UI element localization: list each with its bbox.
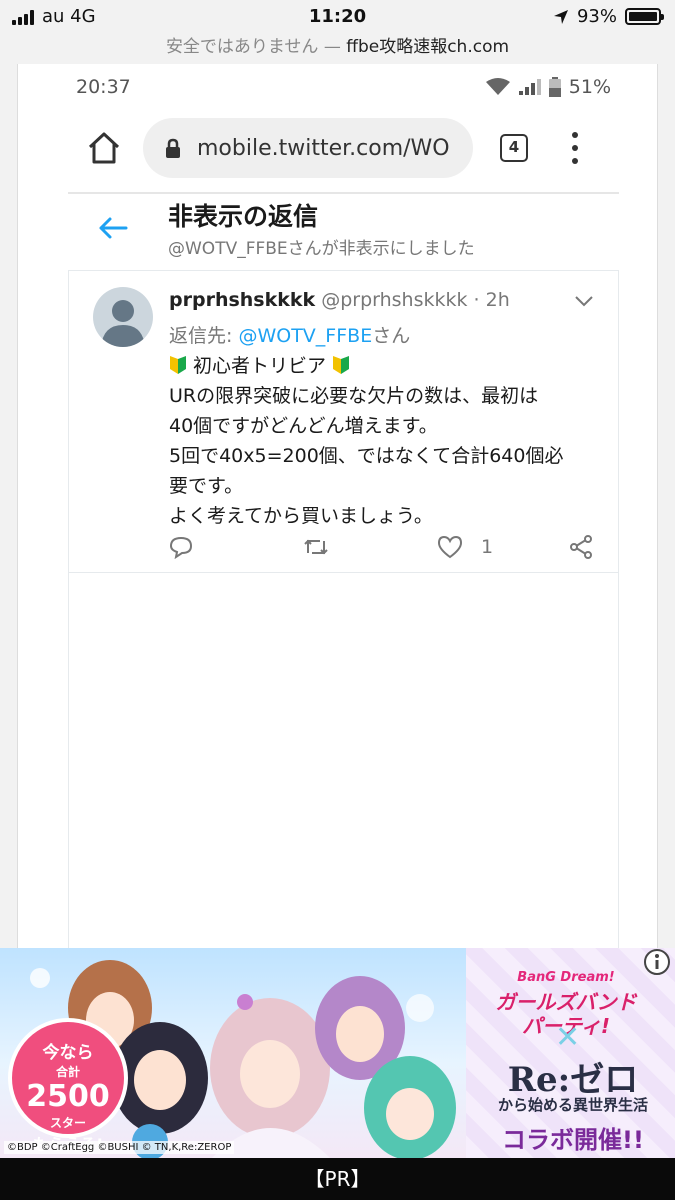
location-arrow-icon	[553, 9, 568, 24]
bandori-logo-top: BanG Dream!	[517, 970, 615, 985]
ad-copyright: ©BDP ©CraftEgg ©BUSHI © TN,K,Re:ZEROP	[4, 1141, 235, 1154]
retweet-button[interactable]	[303, 535, 329, 559]
badge-line-4: スター	[49, 1116, 86, 1130]
tweet-line-2: URの限界突破に必要な欠片の数は、最初は	[169, 385, 539, 407]
back-arrow-icon[interactable]	[98, 216, 128, 240]
tweet-line-1-text: 初心者トリビア	[193, 355, 327, 377]
android-battery-percent: 51%	[568, 76, 611, 98]
tweet-line-3: 40個ですがどんどん増えます。	[169, 415, 438, 437]
separator-dot: ·	[467, 289, 486, 311]
address-text: mobile.twitter.com/WO	[197, 135, 450, 161]
display-name[interactable]: prprhshskkkk	[169, 289, 315, 311]
reply-button[interactable]	[169, 535, 193, 559]
reply-to-line: 返信先: @WOTV_FFBEさん	[169, 321, 410, 348]
more-options-icon[interactable]	[569, 130, 581, 166]
user-handle[interactable]: @prprhshskkkk	[321, 289, 467, 311]
embedded-screenshot: 20:37 51% mobile.twitter.com/WO 4 非表示の返信…	[17, 64, 659, 950]
badge-line-1: 今なら	[42, 1043, 94, 1063]
security-warning: 安全ではありません	[165, 37, 319, 57]
retweet-icon	[304, 539, 328, 555]
tweet-card[interactable]: prprhshskkkk @prprhshskkkk · 2h 返信先: @WO…	[68, 270, 619, 950]
url-separator: —	[318, 37, 347, 57]
status-right: 93%	[553, 6, 664, 27]
reply-suffix: さん	[372, 325, 411, 347]
browser-toolbar: mobile.twitter.com/WO 4	[18, 114, 659, 184]
like-button[interactable]: 1	[437, 535, 493, 559]
ios-status-bar: au 4G 11:20 93%	[0, 0, 675, 32]
android-battery-icon	[548, 77, 561, 97]
address-bar[interactable]: mobile.twitter.com/WO	[143, 118, 473, 178]
pr-label-bar: 【PR】	[0, 1158, 675, 1200]
reply-mention-link[interactable]: @WOTV_FFBE	[238, 325, 372, 347]
badge-line-2: 2500	[26, 1079, 110, 1114]
tweet-line-6: よく考えてから買いましょう。	[169, 505, 433, 527]
tweet-line-5: 要です。	[169, 475, 244, 497]
battery-percent: 93%	[576, 6, 617, 27]
collab-announcement: コラボ開催!!	[502, 1126, 644, 1154]
lock-icon	[166, 138, 180, 158]
share-button[interactable]	[569, 535, 593, 559]
tweet-line-4: 5回で40x5=200個、ではなくて合計640個必	[169, 445, 564, 467]
battery-icon	[625, 8, 664, 25]
collab-cross: ✕	[555, 1020, 581, 1055]
wifi-icon	[485, 78, 510, 95]
page-subtitle: @WOTV_FFBEさんが非表示にしました	[168, 239, 475, 259]
page-title: 非表示の返信	[168, 202, 319, 231]
safari-address[interactable]: 安全ではありません — ffbe攻略速報ch.com	[0, 32, 675, 57]
site-domain: ffbe攻略速報ch.com	[346, 37, 510, 57]
home-icon[interactable]	[86, 130, 122, 166]
star-offer-badge: 今なら 合計 2500 スター もらえる!	[8, 1018, 128, 1154]
beginner-mark-icon	[170, 356, 186, 374]
tweet-content: prprhshskkkk @prprhshskkkk · 2h 返信先: @WO…	[69, 271, 618, 573]
default-avatar-icon	[101, 300, 145, 347]
tab-switcher-button[interactable]: 4	[500, 134, 528, 162]
android-signal-icon	[518, 79, 541, 95]
android-clock: 20:37	[76, 76, 131, 98]
reply-icon	[169, 536, 193, 559]
chevron-down-icon[interactable]	[574, 295, 594, 307]
android-status-right: 51%	[485, 76, 611, 98]
like-count: 1	[481, 536, 494, 558]
tweet-time[interactable]: 2h	[486, 289, 510, 311]
share-icon	[570, 535, 592, 559]
screen: au 4G 11:20 93% 安全ではありません — ffbe攻略速報ch.c…	[0, 0, 675, 1200]
tweet-header: prprhshskkkk @prprhshskkkk · 2h	[169, 289, 510, 311]
ad-artwork: 今なら 合計 2500 スター もらえる! ©BDP ©CraftEgg ©BU…	[0, 948, 466, 1158]
avatar[interactable]	[93, 287, 153, 347]
rezero-subtitle: から始める異世界生活	[497, 1096, 648, 1114]
beginner-mark-icon	[333, 356, 350, 374]
badge-line-3: 合計	[55, 1065, 80, 1079]
hidden-replies-header: 非表示の返信 @WOTV_FFBEさんが非表示にしました	[68, 194, 619, 266]
tweet-text: 初心者トリビア URの限界突破に必要な欠片の数は、最初は 40個ですがどんどん増…	[169, 351, 609, 531]
reply-prefix: 返信先:	[169, 325, 239, 347]
android-status-bar: 20:37 51%	[18, 64, 659, 112]
tweet-actions: 1	[169, 535, 609, 559]
tweet-line-1: 初心者トリビア	[169, 351, 609, 381]
ad-info-icon[interactable]	[643, 948, 671, 976]
heart-icon	[437, 535, 463, 559]
ad-banner[interactable]: 今なら 合計 2500 スター もらえる! ©BDP ©CraftEgg ©BU…	[0, 948, 675, 1158]
